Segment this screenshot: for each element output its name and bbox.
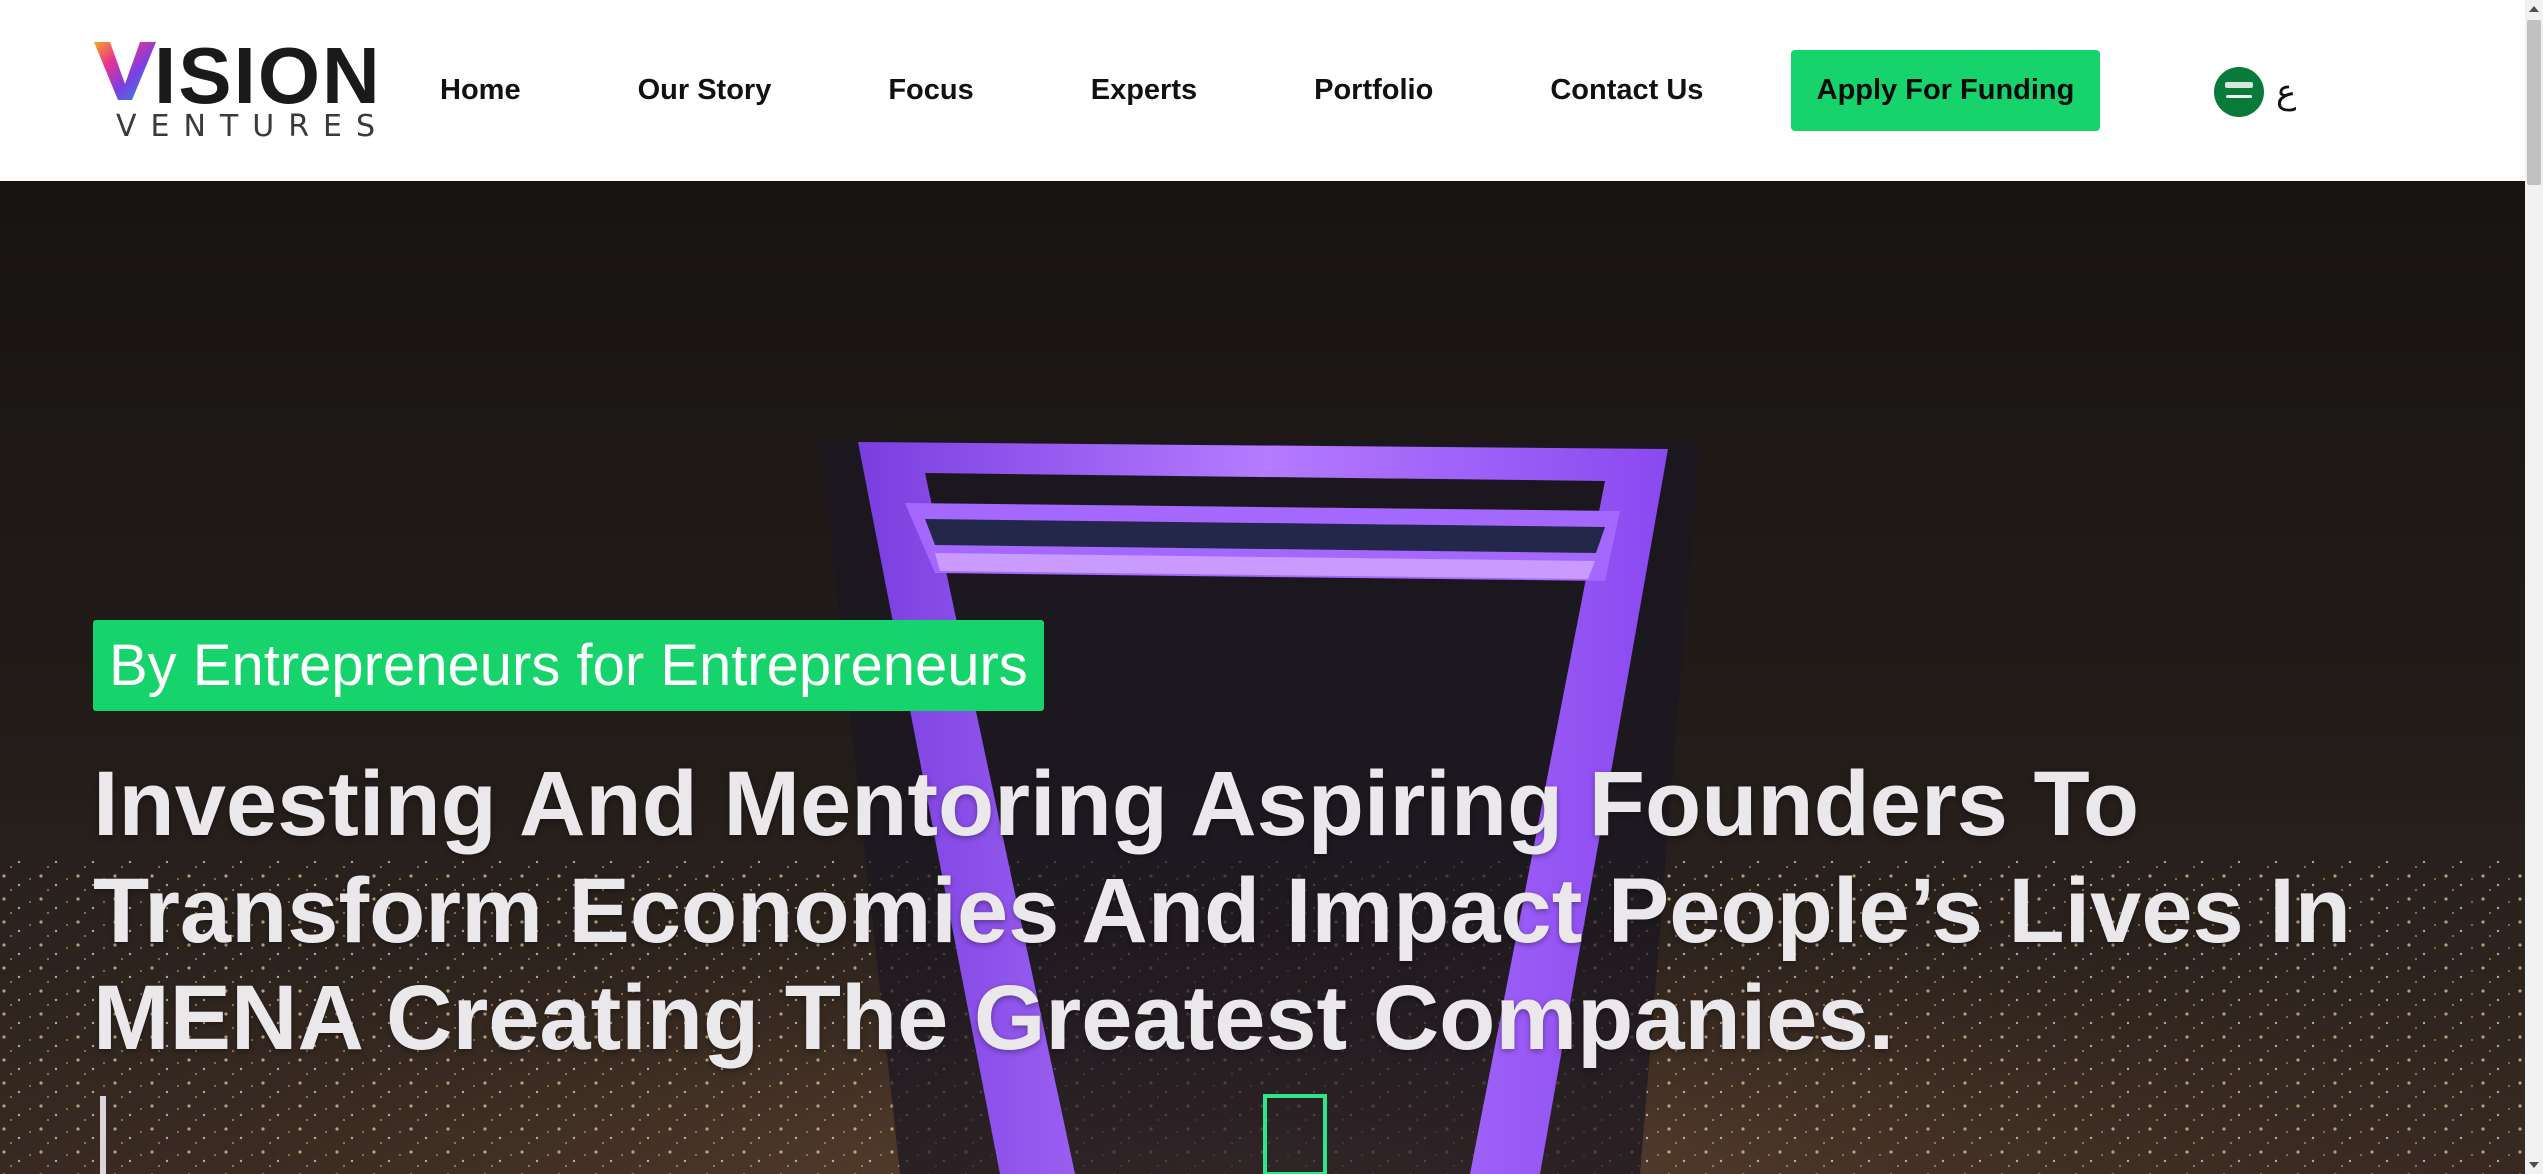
logo-wordmark: ISION bbox=[154, 31, 382, 120]
apply-for-funding-button[interactable]: Apply For Funding bbox=[1791, 50, 2100, 131]
logo-subtitle: VENTURES bbox=[116, 109, 390, 144]
nav-contact-us[interactable]: Contact Us bbox=[1550, 74, 1703, 107]
language-switcher[interactable]: ع bbox=[2214, 66, 2296, 118]
saudi-flag-icon bbox=[2214, 67, 2264, 117]
nav-home[interactable]: Home bbox=[440, 74, 521, 107]
nav-portfolio[interactable]: Portfolio bbox=[1314, 74, 1433, 107]
nav-our-story[interactable]: Our Story bbox=[638, 74, 772, 107]
main-nav: Home Our Story Focus Experts Portfolio C… bbox=[440, 0, 1820, 181]
hero-tagline: By Entrepreneurs for Entrepreneurs bbox=[93, 620, 1044, 711]
nav-focus[interactable]: Focus bbox=[888, 74, 973, 107]
hero-divider bbox=[100, 1096, 106, 1174]
site-header: ISION VENTURES Home Our Story Focus Expe… bbox=[0, 0, 2525, 181]
language-label: ع bbox=[2276, 72, 2297, 112]
scroll-down-arrow-icon[interactable] bbox=[2525, 1156, 2543, 1174]
vision-ventures-logo[interactable]: ISION VENTURES bbox=[92, 36, 380, 146]
hero-section: By Entrepreneurs for Entrepreneurs Inves… bbox=[0, 181, 2525, 1174]
nav-experts[interactable]: Experts bbox=[1091, 74, 1197, 107]
scroll-up-arrow-icon[interactable] bbox=[2525, 0, 2543, 18]
scroll-thumb[interactable] bbox=[2527, 20, 2541, 185]
hero-headline: Investing And Mentoring Aspiring Founder… bbox=[93, 753, 2351, 1069]
logo-v-mark-icon bbox=[94, 42, 156, 100]
page-scrollbar[interactable] bbox=[2525, 0, 2543, 1174]
